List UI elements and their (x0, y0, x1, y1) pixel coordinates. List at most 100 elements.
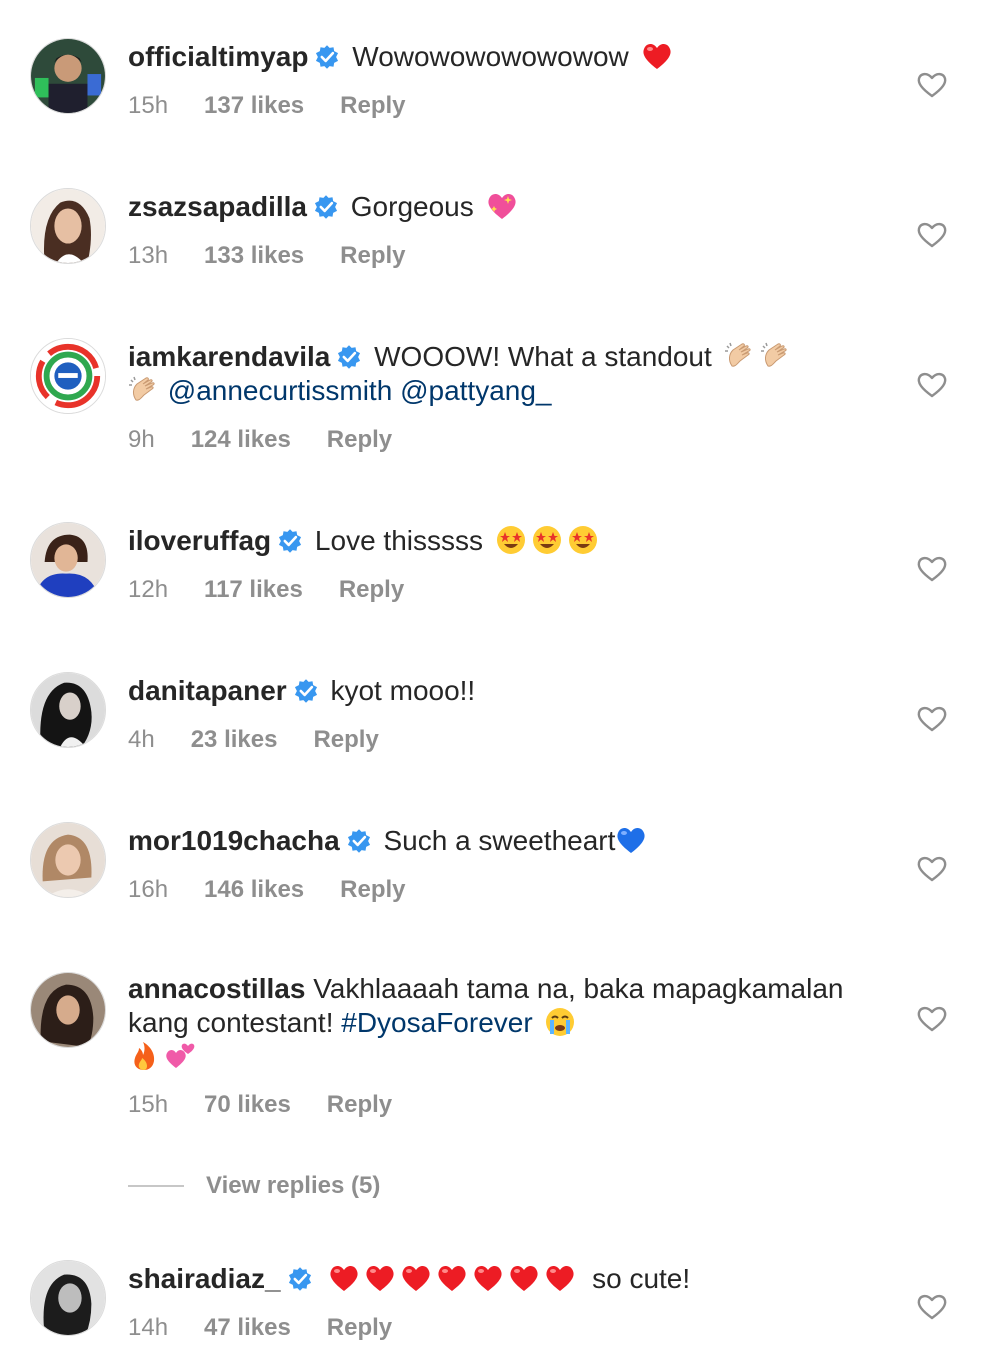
blue-heart-icon (615, 824, 647, 856)
red-heart-icon (472, 1262, 504, 1294)
like-heart-icon[interactable] (916, 703, 948, 733)
reply-button[interactable]: Reply (340, 242, 405, 269)
reply-button[interactable]: Reply (327, 1091, 392, 1118)
timestamp: 14h (128, 1314, 169, 1341)
comment-meta: 4h 23 likes Reply (128, 726, 415, 754)
clapping-hands-icon (724, 340, 756, 372)
comment-body: iamkarendavila WOOOW! What a standout @a… (128, 340, 848, 408)
clapping-hands-icon (760, 340, 792, 372)
like-heart-icon[interactable] (916, 1291, 948, 1321)
likes-count[interactable]: 23 likes (191, 726, 278, 753)
reply-button[interactable]: Reply (339, 576, 404, 603)
timestamp: 12h (128, 576, 169, 603)
red-heart-icon (400, 1262, 432, 1294)
comment-body: iloveruffag Love thisssss (128, 524, 848, 558)
clapping-hands-icon (128, 374, 160, 406)
comment-body: zsazsapadilla Gorgeous (128, 190, 848, 224)
verified-badge-icon (287, 1266, 313, 1292)
comment-text: so cute! (592, 1263, 691, 1294)
comment-text: kyot mooo!! (330, 675, 476, 706)
red-heart-icon (364, 1262, 396, 1294)
two-hearts-icon (164, 1040, 196, 1072)
star-struck-icon (495, 524, 527, 556)
timestamp: 9h (128, 426, 155, 453)
star-struck-icon (531, 524, 563, 556)
comment-meta: 14h 47 likes Reply (128, 1314, 428, 1342)
comment-text: Wowowowowowowow (352, 41, 629, 72)
reply-button[interactable]: Reply (327, 1314, 392, 1341)
comment-text: Gorgeous (350, 191, 474, 222)
likes-count[interactable]: 137 likes (204, 92, 304, 119)
like-heart-icon[interactable] (916, 553, 948, 583)
username[interactable]: mor1019chacha (128, 825, 340, 856)
comment-text: WOOOW! What a standout (374, 341, 712, 372)
username[interactable]: iloveruffag (128, 525, 271, 556)
comment-body: officialtimyap Wowowowowowowow (128, 40, 848, 74)
like-heart-icon[interactable] (916, 1003, 948, 1033)
likes-count[interactable]: 146 likes (204, 876, 304, 903)
reply-button[interactable]: Reply (340, 92, 405, 119)
like-heart-icon[interactable] (916, 219, 948, 249)
red-heart-icon (328, 1262, 360, 1294)
view-replies-label: View replies (5) (206, 1172, 381, 1199)
divider-line (128, 1185, 184, 1187)
verified-badge-icon (313, 194, 339, 220)
view-replies-button[interactable]: View replies (5) (128, 1172, 380, 1200)
hashtag-link[interactable]: #DyosaForever (341, 1007, 532, 1038)
username[interactable]: zsazsapadilla (128, 191, 307, 222)
username[interactable]: annacostillas (128, 973, 305, 1004)
timestamp: 4h (128, 726, 155, 753)
reply-button[interactable]: Reply (340, 876, 405, 903)
verified-badge-icon (277, 528, 303, 554)
timestamp: 16h (128, 876, 169, 903)
avatar[interactable] (30, 338, 106, 414)
likes-count[interactable]: 133 likes (204, 242, 304, 269)
timestamp: 15h (128, 1091, 169, 1118)
avatar[interactable] (30, 522, 106, 598)
comment-text: Love thisssss (314, 525, 483, 556)
comment-meta: 16h 146 likes Reply (128, 876, 442, 904)
username[interactable]: shairadiaz_ (128, 1263, 281, 1294)
avatar[interactable] (30, 38, 106, 114)
like-heart-icon[interactable] (916, 369, 948, 399)
comment-meta: 15h 137 likes Reply (128, 92, 442, 120)
reply-button[interactable]: Reply (313, 726, 378, 753)
likes-count[interactable]: 70 likes (204, 1091, 291, 1118)
verified-badge-icon (314, 44, 340, 70)
comment-body: danitapaner kyot mooo!! (128, 674, 848, 708)
star-struck-icon (567, 524, 599, 556)
like-heart-icon[interactable] (916, 853, 948, 883)
avatar[interactable] (30, 188, 106, 264)
comment-body: shairadiaz_ so cute! (128, 1262, 848, 1296)
verified-badge-icon (293, 678, 319, 704)
comment-meta: 13h 133 likes Reply (128, 242, 442, 270)
avatar[interactable] (30, 1260, 106, 1336)
red-heart-icon (436, 1262, 468, 1294)
avatar[interactable] (30, 672, 106, 748)
red-heart-icon (508, 1262, 540, 1294)
comment-meta: 15h 70 likes Reply (128, 1091, 428, 1119)
reply-button[interactable]: Reply (327, 426, 392, 453)
red-heart-icon (641, 40, 673, 72)
username[interactable]: danitapaner (128, 675, 287, 706)
comment-body: mor1019chacha Such a sweetheart (128, 824, 848, 858)
timestamp: 13h (128, 242, 169, 269)
timestamp: 15h (128, 92, 169, 119)
verified-badge-icon (336, 344, 362, 370)
fire-icon (128, 1040, 160, 1072)
red-heart-icon (544, 1262, 576, 1294)
username[interactable]: officialtimyap (128, 41, 308, 72)
comment-body: annacostillas Vakhlaaaah tama na, baka m… (128, 972, 848, 1074)
likes-count[interactable]: 47 likes (204, 1314, 291, 1341)
crying-face-icon (544, 1006, 576, 1038)
comment-meta: 9h 124 likes Reply (128, 426, 428, 454)
likes-count[interactable]: 124 likes (191, 426, 291, 453)
sparkling-heart-icon (486, 190, 518, 222)
like-heart-icon[interactable] (916, 69, 948, 99)
mentions[interactable]: @annecurtissmith @pattyang_ (168, 375, 552, 406)
verified-badge-icon (346, 828, 372, 854)
avatar[interactable] (30, 822, 106, 898)
avatar[interactable] (30, 972, 106, 1048)
likes-count[interactable]: 117 likes (204, 576, 303, 603)
username[interactable]: iamkarendavila (128, 341, 330, 372)
